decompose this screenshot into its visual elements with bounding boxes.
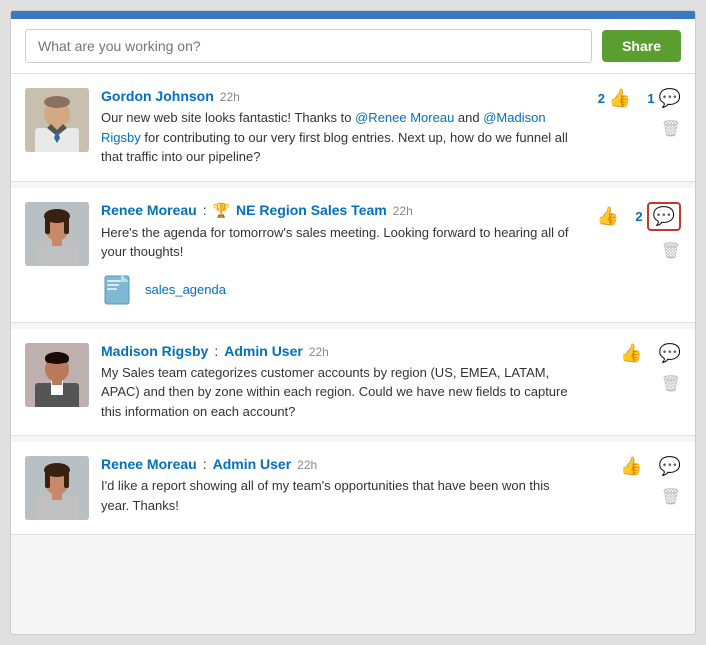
comment-group: 1 💬 — [647, 88, 681, 109]
delete-button[interactable]: 🗑 — [661, 119, 681, 139]
like-group: 2 👍 — [598, 88, 632, 109]
post-body: Our new web site looks fantastic! Thanks… — [101, 108, 569, 167]
post-content: Madison Rigsby : Admin User 22h My Sales… — [101, 343, 569, 422]
like-count: 2 — [598, 91, 605, 106]
post-author[interactable]: Renee Moreau — [101, 202, 197, 218]
post-header: Renee Moreau : 🏆 NE Region Sales Team 22… — [101, 202, 569, 219]
comment-count: 2 — [635, 209, 642, 224]
attachment-icon — [101, 272, 137, 308]
post-separator: : — [203, 202, 207, 218]
comment-group: 💬 — [659, 456, 681, 477]
post-time: 22h — [297, 458, 317, 472]
post-actions: 👍 💬 🗑 — [581, 456, 681, 507]
post-separator: : — [214, 343, 218, 359]
post-body: Here's the agenda for tomorrow's sales m… — [101, 223, 569, 262]
post-item: Renee Moreau : 🏆 NE Region Sales Team 22… — [11, 188, 695, 323]
post-body: I'd like a report showing all of my team… — [101, 476, 569, 515]
delete-button[interactable]: 🗑 — [661, 241, 681, 261]
post-author[interactable]: Renee Moreau — [101, 456, 197, 472]
mention[interactable]: @Renee Moreau — [355, 110, 454, 125]
post-time: 22h — [309, 345, 329, 359]
delete-button[interactable]: 🗑 — [661, 487, 681, 507]
post-header: Renee Moreau : Admin User 22h — [101, 456, 569, 472]
post-author[interactable]: Gordon Johnson — [101, 88, 214, 104]
post-group[interactable]: NE Region Sales Team — [236, 202, 387, 218]
post-actions: 👍 2 💬 🗑 — [581, 202, 681, 261]
like-group: 👍 — [620, 456, 642, 477]
delete-button[interactable]: 🗑 — [661, 374, 681, 394]
post-header: Madison Rigsby : Admin User 22h — [101, 343, 569, 359]
like-group: 👍 — [620, 343, 642, 364]
like-button[interactable]: 👍 — [609, 88, 631, 109]
post-item: Gordon Johnson 22h Our new web site look… — [11, 74, 695, 182]
search-bar: Share — [11, 19, 695, 74]
search-input[interactable] — [25, 29, 592, 63]
avatar — [25, 456, 89, 520]
post-time: 22h — [393, 204, 413, 218]
mention[interactable]: @Madison Rigsby — [101, 110, 546, 145]
post-time: 22h — [220, 90, 240, 104]
avatar — [25, 343, 89, 407]
avatar — [25, 202, 89, 266]
post-item: Madison Rigsby : Admin User 22h My Sales… — [11, 329, 695, 437]
comment-group: 💬 — [659, 343, 681, 364]
action-row: 👍 💬 — [620, 343, 681, 364]
post-actions: 2 👍 1 💬 🗑 — [581, 88, 681, 139]
like-button[interactable]: 👍 — [620, 456, 642, 477]
action-row: 👍 2 💬 — [597, 202, 681, 231]
post-actions: 👍 💬 🗑 — [581, 343, 681, 394]
post-content: Gordon Johnson 22h Our new web site look… — [101, 88, 569, 167]
like-group: 👍 — [597, 206, 619, 227]
attachment-link[interactable]: sales_agenda — [145, 282, 226, 297]
comment-button[interactable]: 💬 — [659, 343, 681, 364]
avatar — [25, 88, 89, 152]
post-body: My Sales team categorizes customer accou… — [101, 363, 569, 422]
app-container: Share — [10, 10, 696, 635]
post-separator: : — [203, 456, 207, 472]
post-header: Gordon Johnson 22h — [101, 88, 569, 104]
comment-button[interactable]: 💬 — [659, 456, 681, 477]
post-group: Admin User — [224, 343, 303, 359]
attachment: sales_agenda — [101, 272, 569, 308]
like-button[interactable]: 👍 — [620, 343, 642, 364]
comment-group: 2 💬 — [635, 202, 681, 231]
comment-button[interactable]: 💬 — [647, 202, 681, 231]
post-group: Admin User — [213, 456, 292, 472]
comment-button[interactable]: 💬 — [659, 88, 681, 109]
post-item: Renee Moreau : Admin User 22h I'd like a… — [11, 442, 695, 535]
feed: Gordon Johnson 22h Our new web site look… — [11, 74, 695, 535]
action-row: 👍 💬 — [620, 456, 681, 477]
comment-count: 1 — [647, 91, 654, 106]
top-bar — [11, 11, 695, 19]
action-row: 2 👍 1 💬 — [598, 88, 681, 109]
like-button[interactable]: 👍 — [597, 206, 619, 227]
post-content: Renee Moreau : Admin User 22h I'd like a… — [101, 456, 569, 515]
post-author[interactable]: Madison Rigsby — [101, 343, 208, 359]
share-button[interactable]: Share — [602, 30, 681, 62]
post-content: Renee Moreau : 🏆 NE Region Sales Team 22… — [101, 202, 569, 308]
